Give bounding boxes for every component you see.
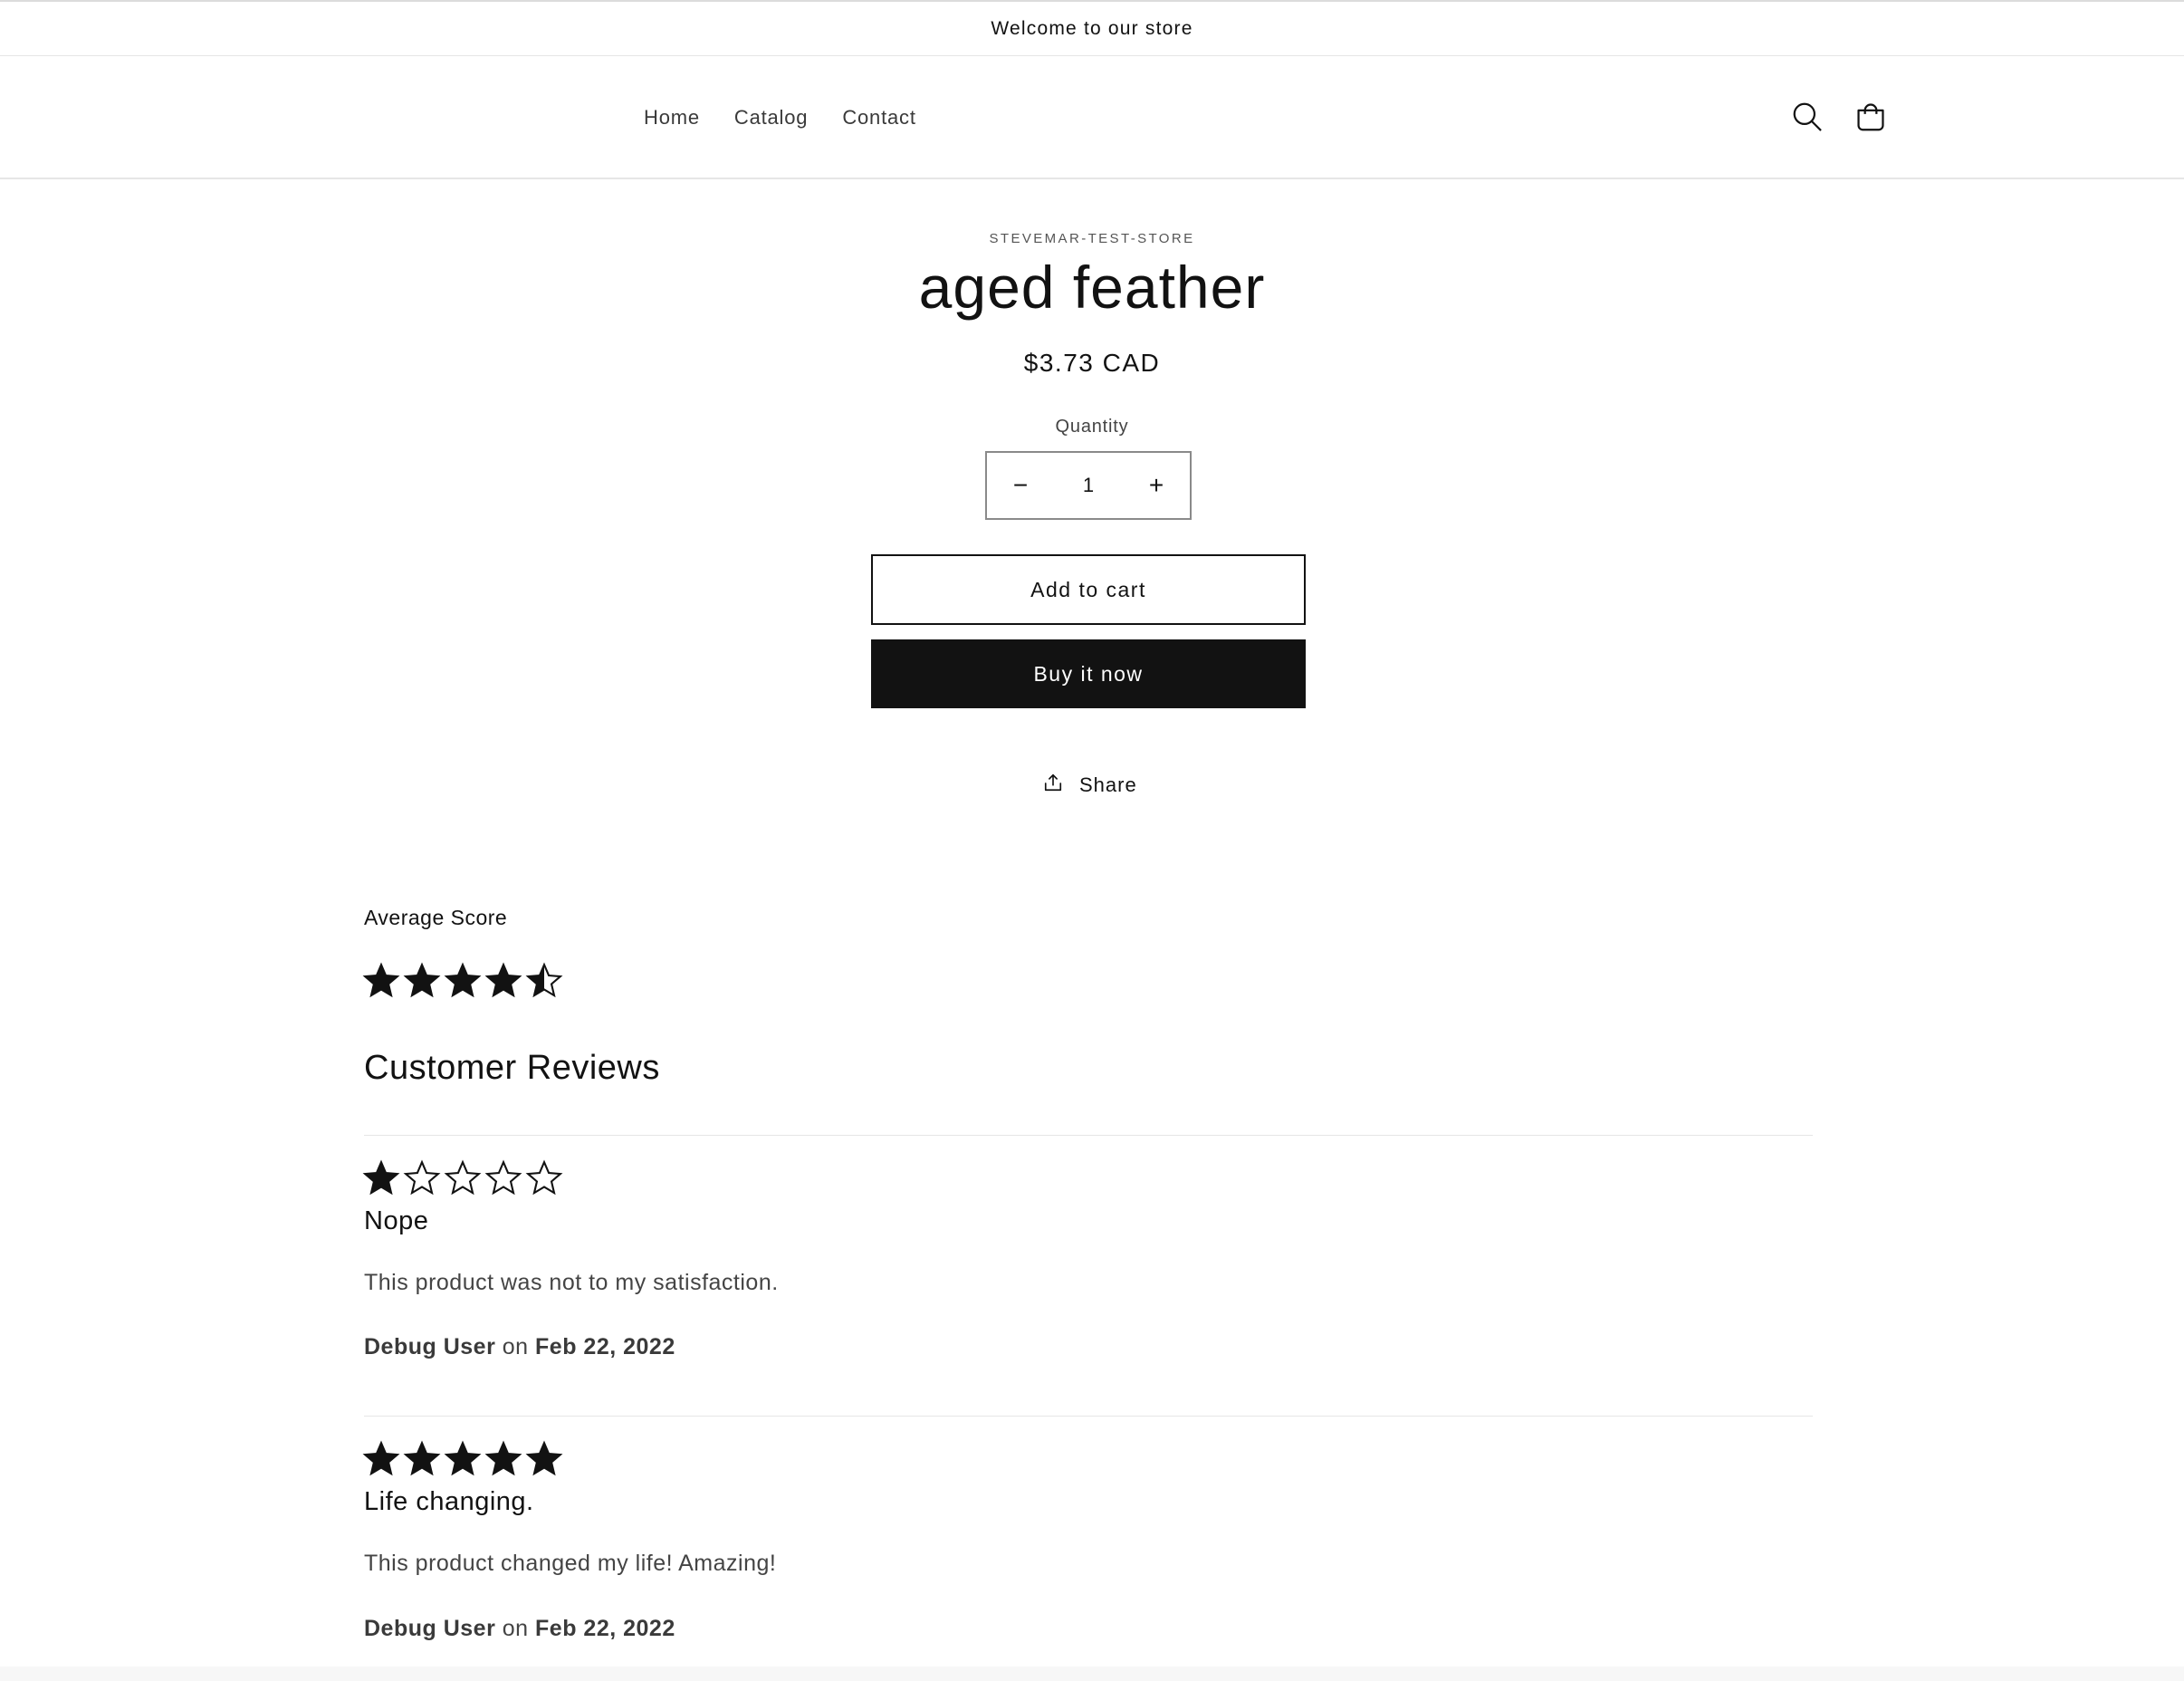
add-to-cart-button[interactable]: Add to cart [871,554,1306,625]
star-empty-icon [444,1159,482,1196]
product-vendor: STEVEMAR-TEST-STORE [989,231,1195,246]
customer-reviews-heading: Customer Reviews [364,1049,660,1087]
star-empty-icon [525,1159,563,1196]
quantity-increase-button[interactable]: + [1123,453,1190,518]
announcement-text: Welcome to our store [991,17,1193,39]
review-date: Feb 22, 2022 [535,1616,675,1641]
review-author: Debug User [364,1616,496,1641]
review-title: Life changing. [364,1487,534,1516]
star-full-icon [444,962,482,998]
quantity-stepper: − 1 + [985,451,1192,520]
product-price: $3.73 CAD [1023,349,1161,377]
star-full-icon [484,962,522,998]
main-nav: Home Catalog Contact [644,56,916,179]
cart-icon[interactable] [1850,96,1892,138]
share-icon [1043,773,1063,798]
review-title: Nope [364,1206,429,1235]
star-empty-icon [484,1159,522,1196]
product-title: aged feather [918,254,1266,321]
star-empty-icon [403,1159,441,1196]
site-header: Home Catalog Contact [0,56,2184,179]
buy-now-button[interactable]: Buy it now [871,639,1306,708]
announcement-bar: Welcome to our store [0,0,2184,56]
share-label: Share [1079,773,1137,796]
average-score-label: Average Score [364,906,508,929]
share-button[interactable]: Share [1043,770,1137,801]
review-body: This product changed my life! Amazing! [364,1551,777,1576]
quantity-input[interactable]: 1 [1054,474,1123,497]
nav-home[interactable]: Home [644,106,700,130]
star-full-icon [362,1159,400,1196]
star-full-icon [362,962,400,998]
average-rating-stars [362,962,563,1000]
review-rating-stars [362,1440,563,1478]
star-full-icon [403,962,441,998]
star-full-icon [525,1440,563,1476]
quantity-label: Quantity [1055,417,1129,437]
review-meta: Debug User on Feb 22, 2022 [364,1334,675,1360]
review-rating-stars [362,1159,563,1197]
page-bottom-strip [0,1667,2184,1681]
divider [364,1135,1813,1136]
nav-catalog[interactable]: Catalog [734,106,808,130]
divider [364,1416,1813,1417]
star-full-icon [362,1440,400,1476]
quantity-decrease-button[interactable]: − [987,453,1054,518]
star-full-icon [444,1440,482,1476]
review-date: Feb 22, 2022 [535,1334,675,1359]
search-icon[interactable] [1786,96,1828,138]
review-on: on [502,1616,529,1641]
review-meta: Debug User on Feb 22, 2022 [364,1616,675,1642]
star-full-icon [484,1440,522,1476]
star-half-icon [525,962,563,998]
nav-contact[interactable]: Contact [842,106,915,130]
review-on: on [502,1334,529,1359]
review-author: Debug User [364,1334,496,1359]
review-body: This product was not to my satisfaction. [364,1270,779,1295]
star-full-icon [403,1440,441,1476]
